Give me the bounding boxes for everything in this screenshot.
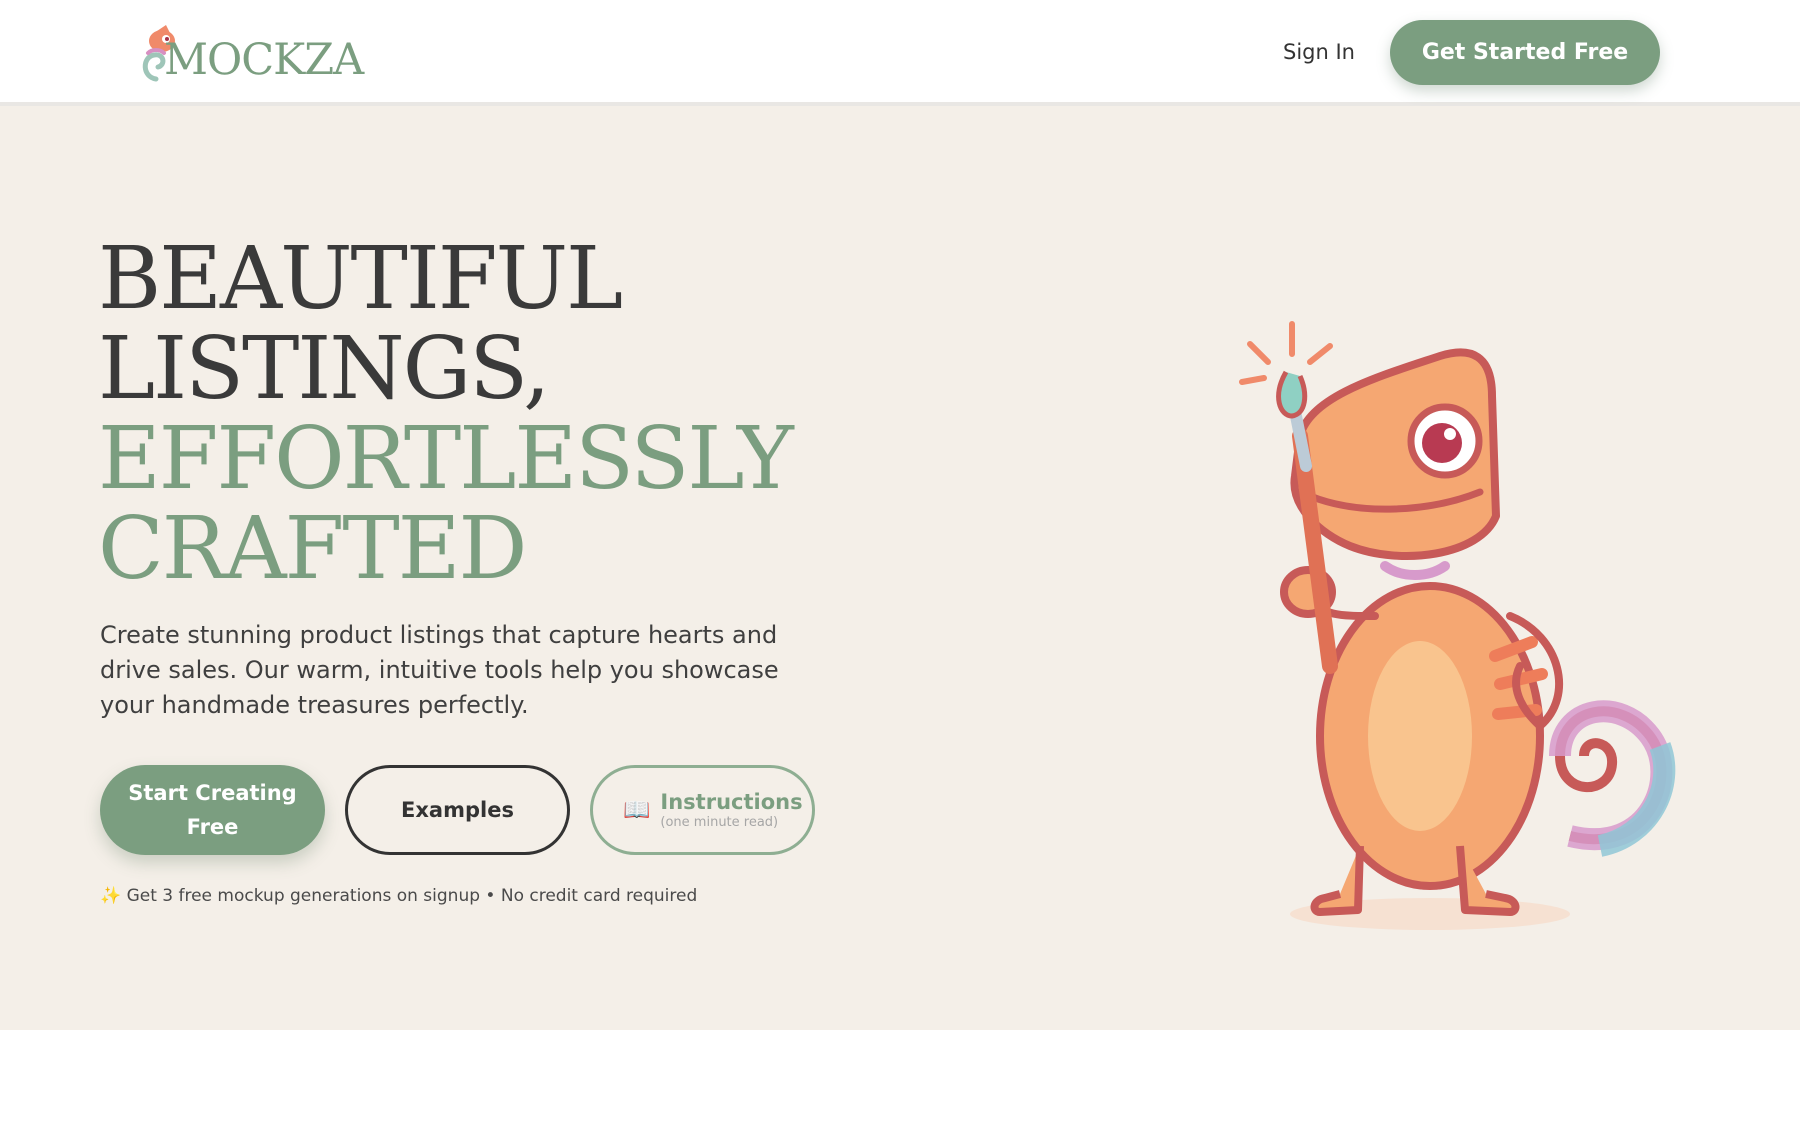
chameleon-painter-illustration xyxy=(1239,321,1676,930)
instructions-label: Instructions xyxy=(660,790,803,814)
brand-logo[interactable]: MOCKZA xyxy=(136,19,364,89)
instructions-labels: Instructions (one minute read) xyxy=(660,789,802,831)
hero-subtext: Create stunning product listings that ca… xyxy=(100,621,779,719)
headline-line-3: EFFORTLESSLY xyxy=(98,409,794,509)
hero-headline: BEAUTIFUL LISTINGS, EFFORTLESSLY CRAFTED xyxy=(98,234,858,594)
sign-in-link[interactable]: Sign In xyxy=(1283,38,1355,66)
brand-name: MOCKZA xyxy=(164,35,364,85)
headline-line-4: CRAFTED xyxy=(98,499,527,599)
examples-button[interactable]: Examples xyxy=(345,765,570,855)
instructions-button[interactable]: 📖 Instructions (one minute read) xyxy=(590,765,815,855)
get-started-button[interactable]: Get Started Free xyxy=(1390,20,1660,85)
book-icon: 📖 xyxy=(623,797,651,823)
headline-line-1: BEAUTIFUL xyxy=(98,229,623,329)
headline-line-2: LISTINGS, xyxy=(98,319,550,419)
instructions-sublabel: (one minute read) xyxy=(660,815,779,830)
navbar: MOCKZA Sign In Get Started Free xyxy=(0,0,1800,106)
start-creating-button[interactable]: Start Creating Free xyxy=(100,765,325,855)
signup-note: ✨ Get 3 free mockup generations on signu… xyxy=(100,886,698,906)
hero-section: BEAUTIFUL LISTINGS, EFFORTLESSLY CRAFTED… xyxy=(0,106,1800,1030)
